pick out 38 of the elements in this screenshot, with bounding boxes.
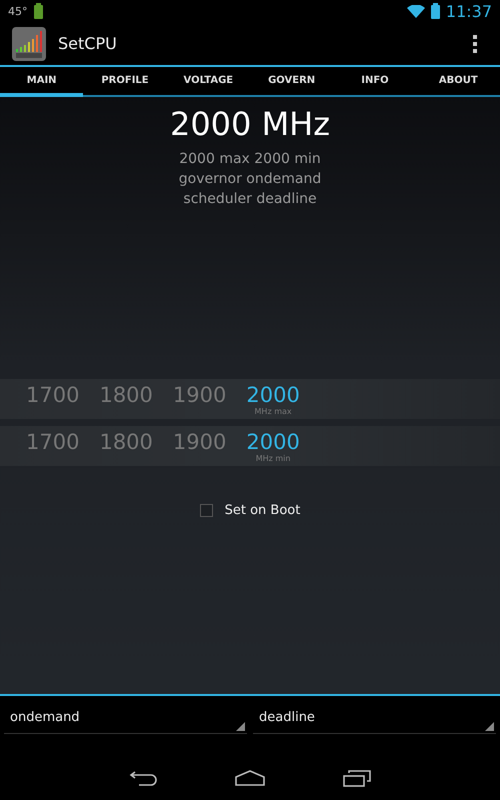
unit-label: MHz min [256, 454, 290, 464]
home-icon[interactable] [235, 770, 265, 786]
summary-text: 2000 max 2000 min [179, 150, 321, 169]
tab[interactable]: INFO [333, 67, 417, 97]
frequency-value[interactable]: 1800 [99, 383, 153, 407]
checkbox-label: Set on Boot [224, 503, 300, 518]
tab[interactable]: GOVERN [250, 67, 334, 97]
frequency-heading: 2000 MHz [170, 105, 330, 143]
frequency-picker[interactable]: 1700 1800 1900 2000 MHz min [0, 426, 500, 466]
tab[interactable]: ABOUT [416, 67, 500, 97]
frequency-value[interactable]: 1700 [26, 383, 80, 407]
temperature-text: 45° [8, 4, 28, 18]
dropdown[interactable]: ondemand [4, 704, 247, 734]
frequency-value[interactable]: 2000 [246, 430, 300, 454]
battery-icon [430, 3, 440, 19]
clock-text: 11:37 [446, 2, 492, 20]
frequency-value[interactable]: 1800 [99, 430, 153, 454]
recent-apps-icon[interactable] [343, 769, 371, 787]
app-title: SetCPU [58, 34, 117, 53]
dropdown-triangle-icon [236, 722, 245, 731]
app-logo-icon [12, 26, 46, 60]
summary-text: governor ondemand [178, 170, 322, 189]
unit-label: MHz max [254, 407, 292, 417]
frequency-picker[interactable]: 1700 1800 1900 2000 MHz max [0, 379, 500, 419]
wifi-icon [406, 4, 425, 18]
frequency-value[interactable]: 1900 [172, 383, 226, 407]
battery-icon [34, 3, 42, 19]
tab[interactable]: PROFILE [83, 67, 167, 97]
frequency-value[interactable]: 2000 [246, 383, 300, 407]
frequency-value[interactable]: 1700 [26, 430, 80, 454]
back-icon[interactable] [129, 770, 157, 786]
dropdown-triangle-icon [485, 722, 494, 731]
tab[interactable]: VOLTAGE [166, 67, 250, 97]
summary-text: scheduler deadline [183, 190, 317, 209]
dropdown[interactable]: deadline [253, 704, 496, 734]
frequency-value[interactable]: 1900 [172, 430, 226, 454]
checkbox[interactable] [200, 504, 213, 517]
overflow-menu-icon[interactable] [472, 34, 478, 52]
